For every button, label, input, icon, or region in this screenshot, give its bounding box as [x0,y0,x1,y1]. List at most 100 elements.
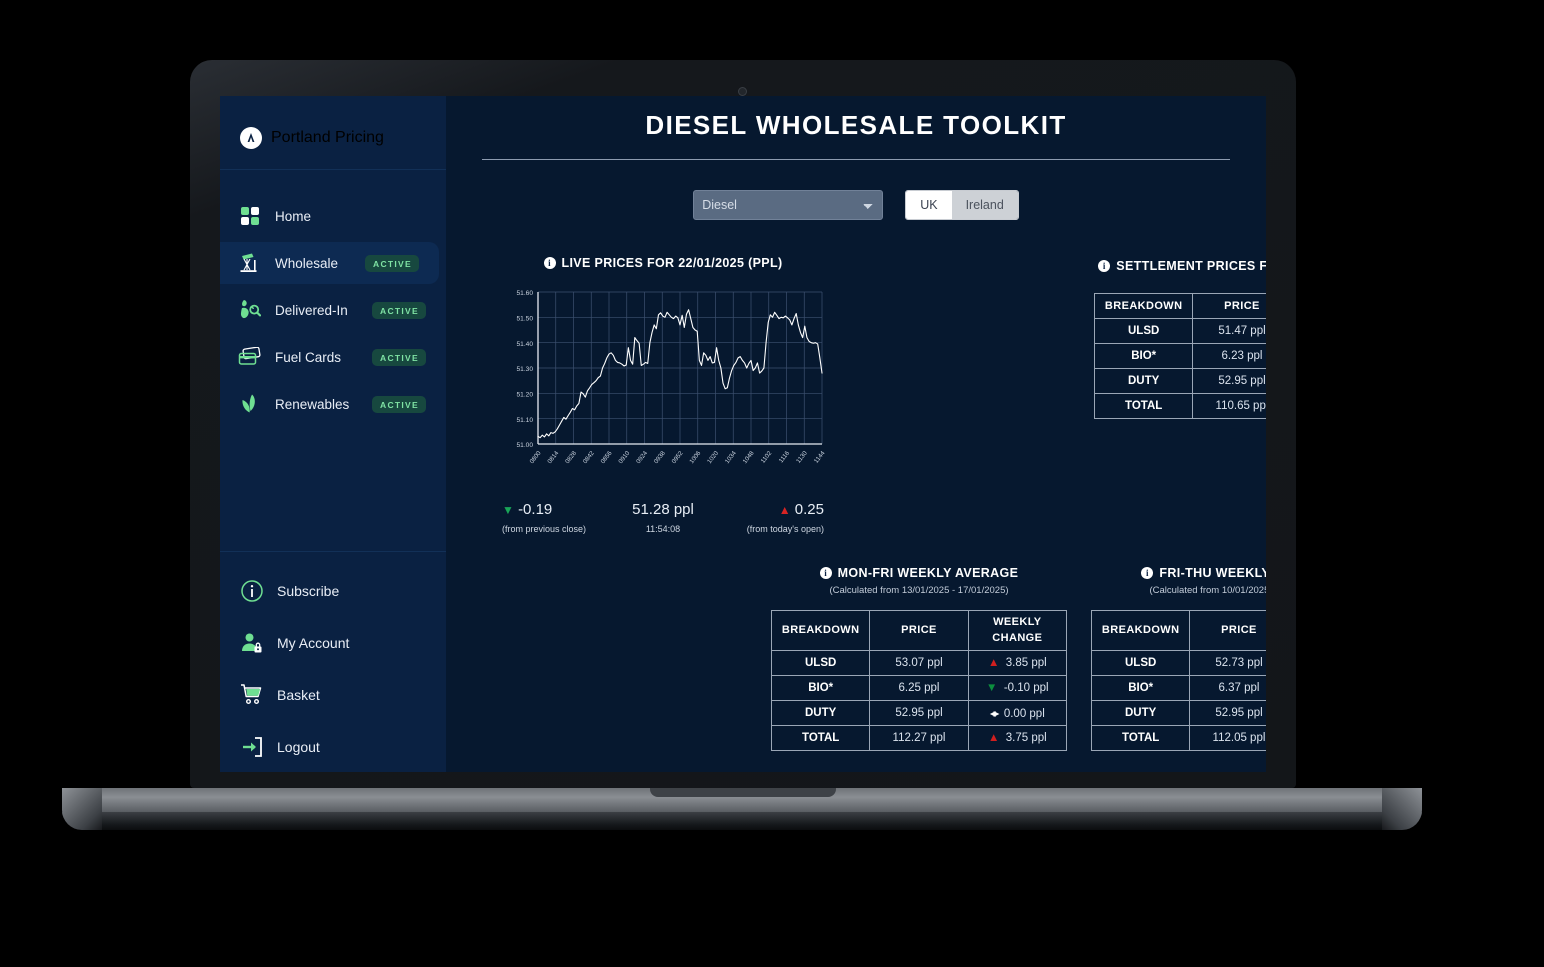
y-axis-tick-label: 51.40 [516,341,533,348]
info-icon[interactable]: i [1098,260,1111,272]
region-uk-button[interactable]: UK [906,191,952,219]
triangle-down-icon: ▼ [986,682,998,694]
table-row: TOTAL112.05 ppl▲ 4.14 ppl [1090,725,1266,751]
cell-price: 52.95 ppl [1189,700,1266,726]
cell-breakdown: TOTAL [1093,393,1194,419]
sidebar-item-label: Delivered-In [275,302,348,318]
cell-change: ▲ 3.75 ppl [967,725,1068,751]
sidebar-item-label: Basket [277,687,320,703]
sidebar-item-my-account[interactable]: My Account [220,620,446,666]
cell-breakdown: DUTY [1093,368,1194,394]
region-toggle: UK Ireland [905,190,1019,220]
status-badge: ACTIVE [372,348,426,366]
laptop-mockup: Portland Pricing Home Wholesale ACTIVE D… [0,0,1544,967]
y-axis-tick-label: 51.50 [516,316,533,323]
y-axis-tick-label: 51.20 [516,392,533,399]
sidebar-item-wholesale[interactable]: Wholesale ACTIVE [220,242,439,284]
current-price-stat: 51.28 ppl 11:54:08 [611,501,715,535]
table-row: BIO* 6.25 ppl ▼ -0.10 ppl [770,675,1068,701]
grid-icon [235,203,265,229]
sidebar-item-fuel-cards[interactable]: Fuel Cards ACTIVE [220,336,446,378]
sidebar-item-label: Home [275,208,312,224]
x-axis-tick-label: 1034 [724,449,738,465]
laptop-notch [650,788,836,797]
cell-price: 112.27 ppl [869,725,969,751]
sidebar-item-home[interactable]: Home [220,195,446,237]
webcam-icon [739,88,746,95]
user-lock-icon [237,630,267,656]
todays-open-value: 0.25 [794,501,824,518]
sidebar-item-subscribe[interactable]: Subscribe [220,568,446,614]
cell-price: 53.07 ppl [869,650,969,676]
cell-breakdown: TOTAL [770,725,871,751]
info-icon[interactable]: i [819,567,832,579]
x-axis-tick-label: 0856 [600,449,614,465]
todays-open-value-row: ▲ 0.25 [720,501,824,518]
cell-breakdown: TOTAL [1090,725,1191,751]
laptop-base-right-cap [1382,788,1422,830]
triangle-up-icon: ▲ [778,503,791,517]
cell-change: ▲ 3.85 ppl [967,650,1068,676]
sidebar-item-delivered-in[interactable]: Delivered-In ACTIVE [220,289,446,331]
panel-title-text: MON-FRI WEEKLY AVERAGE [837,566,1019,580]
y-axis-tick-label: 51.60 [516,290,533,297]
table-header-row: BREAKDOWN PRICE WEEKLY CHANGE [770,610,1068,651]
sidebar-main-nav: Home Wholesale ACTIVE Delivered-In ACTIV… [220,170,446,425]
info-icon[interactable]: i [1141,567,1154,579]
table-row: ULSD52.73 ppl▲ 4.01 ppl [1090,650,1266,676]
triangle-up-icon: ▲ [987,657,1000,669]
x-axis-tick-label: 0952 [671,449,685,465]
product-select[interactable]: Diesel [693,190,884,220]
todays-open-stat: ▲ 0.25 (from today's open) [720,501,824,535]
controls-row: Diesel UK Ireland [446,190,1266,220]
x-axis-tick-label: 0938 [653,449,667,465]
laptop-base-left-cap [62,788,102,830]
x-axis-tick-label: 1048 [742,449,756,465]
table-row: DUTY52.95 ppl◂▸ 0.00 ppl [1093,368,1266,394]
sidebar-item-logout[interactable]: Logout [220,724,446,770]
x-axis-tick-label: 1102 [760,449,774,464]
sidebar-item-label: Wholesale [275,255,339,271]
mon-fri-title-row: i MON-FRI WEEKLY AVERAGE [771,566,1067,580]
info-icon[interactable]: i [543,257,556,269]
sidebar-item-label: Subscribe [277,583,340,599]
cell-breakdown: DUTY [770,700,871,726]
x-axis-tick-label: 0800 [529,449,543,465]
mon-fri-subtitle: (Calculated from 13/01/2025 - 17/01/2025… [829,585,1009,596]
current-price-timestamp: 11:54:08 [645,524,681,534]
sidebar-item-label: Renewables [275,396,350,412]
price-chart: 51.00 51.10 51.20 51.30 51.40 51.50 51.60 0800 0… [498,286,828,491]
flat-arrow-icon: ◂▸ [989,708,999,720]
prev-close-value: -0.19 [518,501,553,518]
cell-breakdown: BIO* [1093,343,1194,369]
table-row: ULSD51.47 ppl▼ -0.79 ppl [1093,318,1266,344]
leaf-icon [235,391,265,417]
x-axis-tick-label: 1020 [706,449,720,465]
column-header: BREAKDOWN [770,610,871,651]
cell-change: ◂▸ 0.00 ppl [967,700,1068,726]
table-row: DUTY52.95 ppl◂▸ 0.00 ppl [1090,700,1266,726]
status-badge: ACTIVE [372,301,426,319]
sidebar-item-basket[interactable]: Basket [220,672,446,718]
y-axis-tick-label: 51.30 [516,366,533,373]
laptop-base-lip [62,812,1422,830]
table-row: BIO*6.37 ppl▲ 0.10 ppl [1090,675,1266,701]
table-row: BIO*6.23 ppl▲ 0.13 ppl [1093,343,1266,369]
triangle-down-icon: ▼ [502,503,514,517]
cell-change: ▼ -0.10 ppl [967,675,1068,701]
triangle-up-icon: ▲ [987,732,1000,744]
prev-close-caption: (from previous close) [502,524,587,534]
sidebar-divider-bottom [220,551,446,552]
region-ireland-button[interactable]: Ireland [951,191,1018,219]
cell-breakdown: ULSD [1090,650,1191,676]
brand[interactable]: Portland Pricing [220,96,446,158]
cell-price: 6.23 ppl [1192,343,1266,369]
cell-price: 112.05 ppl [1189,725,1266,751]
sidebar-item-renewables[interactable]: Renewables ACTIVE [220,383,446,425]
cell-price: 110.65 ppl [1192,393,1266,419]
status-badge: ACTIVE [372,395,426,413]
todays-open-caption: (from today's open) [746,524,824,534]
live-prices-panel: i LIVE PRICES FOR 22/01/2025 (PPL) 51.00… [498,256,828,535]
logout-arrow-icon [237,734,267,760]
cell-breakdown: ULSD [770,650,871,676]
